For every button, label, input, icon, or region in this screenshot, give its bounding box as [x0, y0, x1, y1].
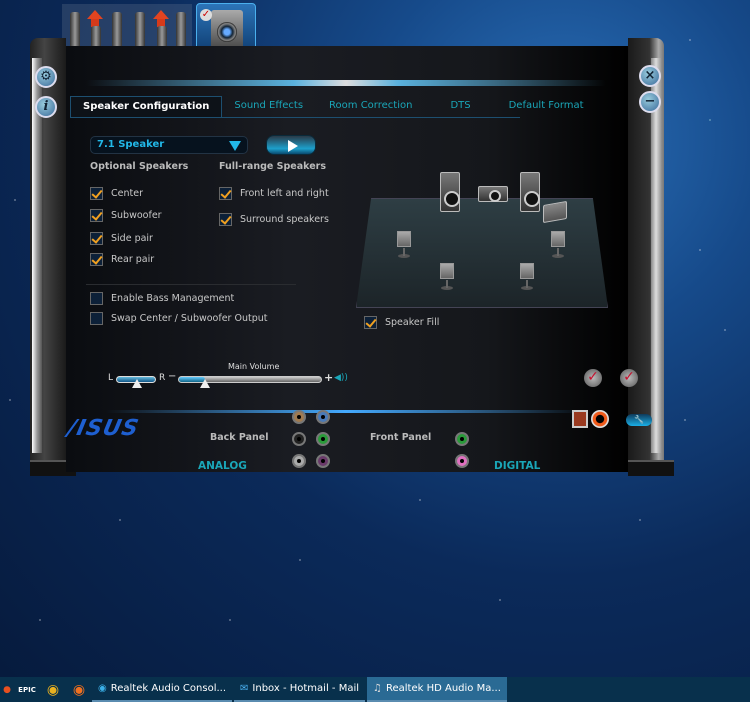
mute-speaker-icon[interactable]: ◀)) [334, 373, 348, 383]
volume-slider-thumb[interactable] [199, 379, 210, 388]
checkbox[interactable] [90, 253, 103, 266]
tab-room-correction[interactable]: Room Correction [315, 96, 424, 117]
firefox-icon[interactable]: ◉ [66, 677, 92, 702]
checkbox[interactable] [90, 187, 103, 200]
checkbox[interactable] [219, 187, 232, 200]
asus-logo: /ISUS [65, 416, 142, 441]
main-volume-slider[interactable] [178, 376, 322, 388]
default-check-icon: ✓ [200, 9, 212, 21]
volume-plus-label: + [324, 371, 334, 384]
full-range-speakers-label: Full-range Speakers [219, 161, 326, 172]
digital-label: DIGITAL [494, 460, 541, 472]
tab-sound-effects[interactable]: Sound Effects [222, 96, 315, 117]
checkbox-subwoofer[interactable]: Subwoofer [90, 209, 162, 222]
bottom-glow [106, 410, 586, 413]
checkbox[interactable] [219, 213, 232, 226]
app-icon[interactable]: ● [0, 677, 14, 702]
chevron-down-icon [229, 141, 241, 151]
checkbox-side-pair[interactable]: Side pair [90, 232, 153, 245]
settings-gear-button[interactable]: ⚙ [35, 66, 57, 88]
taskbar: ● EPIC ◉ ◉ ◉ Realtek Audio Consol... ✉ Inb… [0, 677, 750, 702]
rear-left-speaker-icon[interactable] [440, 263, 454, 290]
edge-icon: ◉ [98, 683, 107, 694]
divider [86, 284, 296, 285]
play-test-button[interactable] [266, 135, 316, 155]
top-glow [86, 80, 606, 86]
checkbox[interactable] [90, 292, 103, 305]
back-port-black[interactable] [292, 432, 306, 446]
volume-minus-label: − [168, 371, 177, 382]
info-button[interactable]: i [35, 96, 57, 118]
chrome-icon[interactable]: ◉ [40, 677, 66, 702]
back-port-blue[interactable] [316, 410, 330, 424]
balance-slider[interactable] [116, 376, 156, 388]
speaker-stage-floor [356, 198, 608, 308]
checkbox-front-left-right[interactable]: Front left and right [219, 187, 329, 200]
back-port-green[interactable] [316, 432, 330, 446]
tab-default-format[interactable]: Default Format [497, 96, 596, 117]
center-speaker-icon[interactable] [478, 186, 508, 202]
front-panel-label: Front Panel [370, 432, 432, 443]
tab-dts[interactable]: DTS [424, 96, 496, 117]
checkbox[interactable] [90, 209, 103, 222]
checkbox[interactable] [90, 232, 103, 245]
taskbar-item-realtek-hd-audio[interactable]: ♫ Realtek HD Audio Ma... [367, 677, 507, 702]
speaker-config-dropdown[interactable]: 7.1 Speaker [90, 136, 248, 154]
taskbar-item-realtek-console[interactable]: ◉ Realtek Audio Consol... [92, 677, 233, 702]
checkbox-speaker-fill[interactable]: Speaker Fill [364, 316, 439, 329]
balance-left-label: L [108, 373, 114, 383]
checkbox-center[interactable]: Center [90, 187, 143, 200]
front-port-pink[interactable] [455, 454, 469, 468]
back-port-orange[interactable] [292, 410, 306, 424]
arrow-up-icon [153, 10, 169, 27]
arrow-up-icon [87, 10, 103, 27]
set-default-communication-button[interactable]: ✓ [620, 369, 638, 387]
speaker-icon: ♫ [373, 683, 382, 694]
dropdown-value: 7.1 Speaker [97, 139, 165, 150]
checkbox-swap-center-subwoofer[interactable]: Swap Center / Subwoofer Output [90, 312, 267, 325]
back-port-gray[interactable] [292, 454, 306, 468]
optical-out-icon[interactable] [572, 410, 588, 428]
rear-right-speaker-icon[interactable] [520, 263, 534, 290]
checkbox-rear-pair[interactable]: Rear pair [90, 253, 154, 266]
taskbar-item-mail[interactable]: ✉ Inbox - Hotmail - Mail [234, 677, 366, 702]
checkbox-surround-speakers[interactable]: Surround speakers [219, 213, 329, 226]
optional-speakers-label: Optional Speakers [90, 161, 189, 172]
checkbox-enable-bass-management[interactable]: Enable Bass Management [90, 292, 234, 305]
front-right-speaker-icon[interactable] [520, 172, 540, 212]
main-panel: Speaker Configuration Sound Effects Room… [65, 46, 652, 472]
analog-label: ANALOG [198, 460, 247, 472]
balance-right-label: R [159, 373, 166, 383]
main-volume-label: Main Volume [228, 362, 280, 371]
front-left-speaker-icon[interactable] [440, 172, 460, 212]
checkbox[interactable] [90, 312, 103, 325]
tab-bar: Speaker Configuration Sound Effects Room… [70, 96, 584, 118]
set-default-device-button[interactable]: ✓ [584, 369, 602, 387]
back-port-purple[interactable] [316, 454, 330, 468]
back-panel-label: Back Panel [210, 432, 269, 443]
close-button[interactable]: × [639, 65, 661, 87]
balance-slider-thumb[interactable] [132, 379, 142, 388]
connector-settings-button[interactable]: 🔧 [626, 414, 652, 426]
coaxial-out-icon[interactable] [591, 410, 609, 428]
front-port-green[interactable] [455, 432, 469, 446]
side-right-speaker-icon[interactable] [551, 231, 565, 258]
realtek-audio-manager-window: ⚙ i × − Speaker Configuration Sound Effe… [30, 38, 674, 476]
checkbox[interactable] [364, 316, 377, 329]
tab-speaker-configuration[interactable]: Speaker Configuration [70, 96, 223, 117]
mail-icon: ✉ [240, 683, 249, 694]
minimize-button[interactable]: − [639, 91, 661, 113]
side-left-speaker-icon[interactable] [397, 231, 411, 258]
epic-games-icon[interactable]: EPIC [14, 677, 40, 702]
wrench-icon: 🔧 [634, 415, 644, 424]
